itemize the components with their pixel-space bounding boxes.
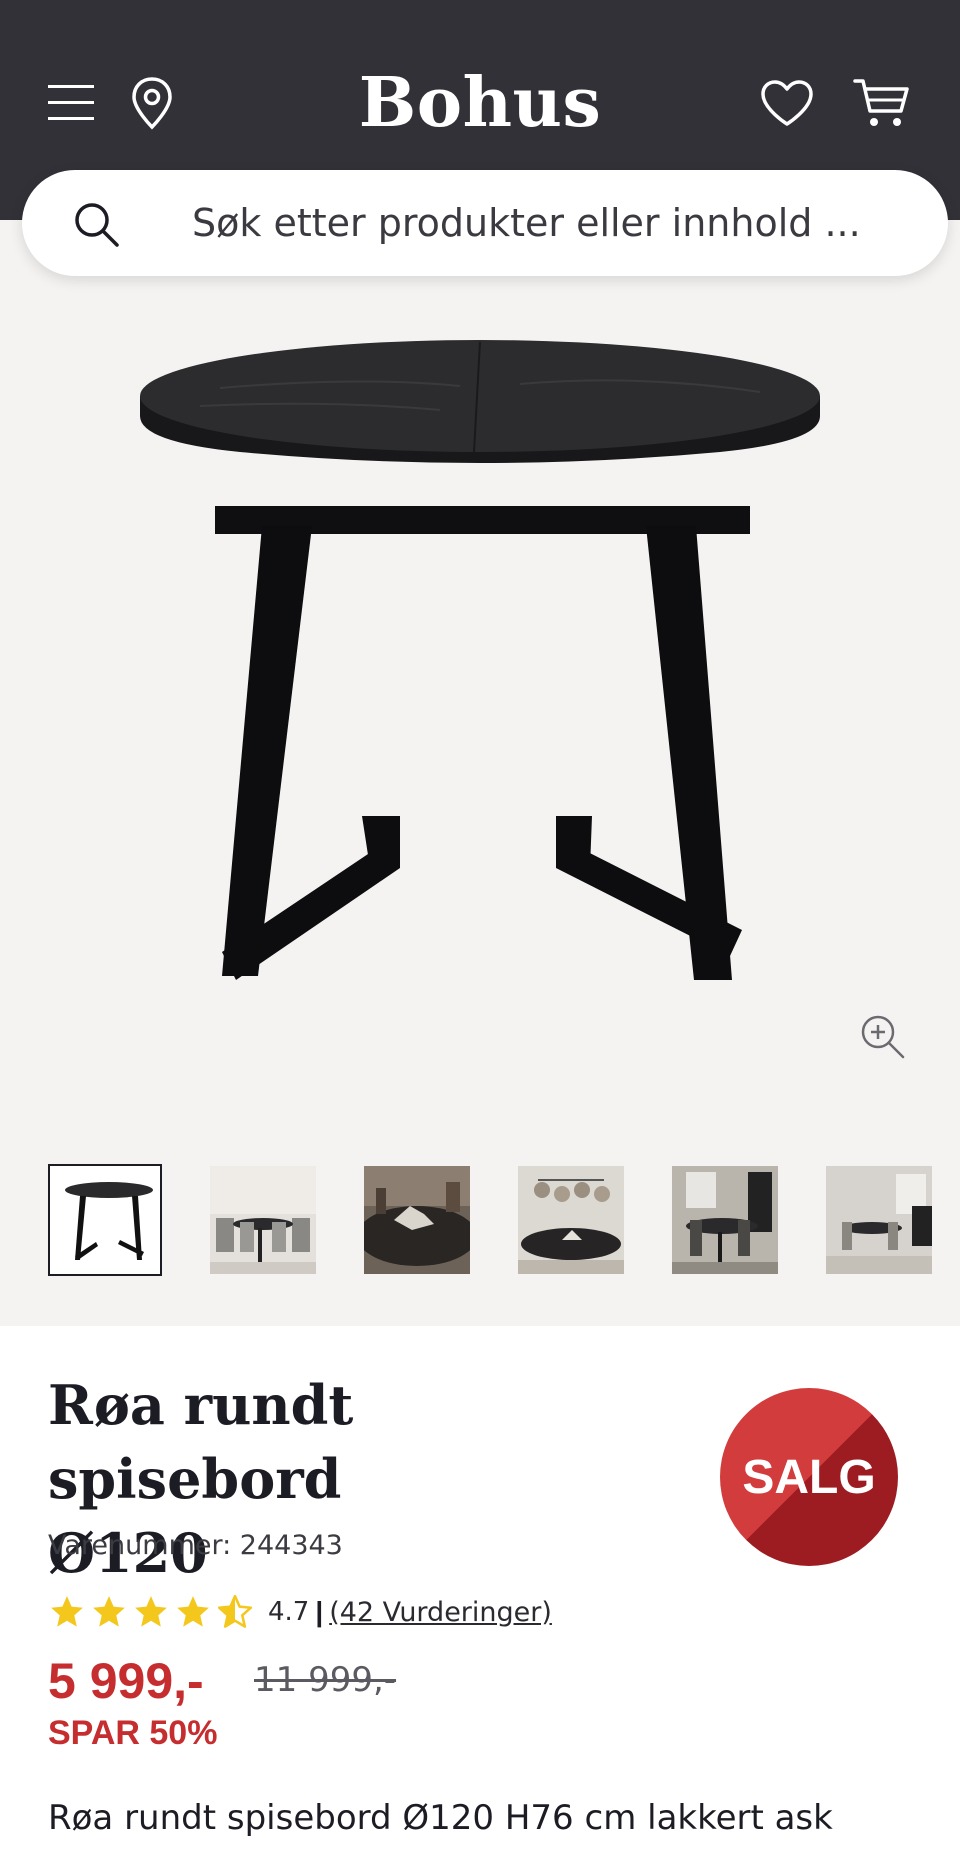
search-bar [22, 170, 948, 276]
product-main-image[interactable] [0, 276, 960, 1146]
thumbnail-table-detail[interactable] [358, 1164, 472, 1276]
star-icon [51, 1596, 83, 1627]
rating-stars [48, 1593, 254, 1631]
search-icon[interactable] [72, 200, 122, 250]
saving-label: SPAR 50% [48, 1714, 218, 1752]
search-input[interactable] [192, 194, 892, 252]
thumbnail-pendant-lamp-scene[interactable] [512, 1164, 626, 1276]
store-locator-button[interactable] [124, 74, 180, 132]
rating-separator: | [315, 1596, 324, 1627]
star-icon [93, 1596, 125, 1627]
cart-icon [853, 79, 909, 126]
product-description: Røa rundt spisebord Ø120 H76 cm lakkert … [48, 1798, 833, 1838]
star-icon [135, 1596, 167, 1627]
thumbnail-dining-room-scene[interactable] [204, 1164, 318, 1276]
thumbnail-dining-room-wide[interactable] [820, 1164, 934, 1276]
menu-button[interactable] [44, 78, 98, 126]
wishlist-button[interactable] [756, 74, 818, 132]
reviews-link[interactable]: (42 Vurderinger) [329, 1597, 552, 1628]
sku-number: Varenummer: 244343 [48, 1530, 343, 1561]
location-pin-icon [132, 77, 172, 130]
table-illustration [140, 340, 820, 980]
star-icon [177, 1596, 209, 1627]
rating-value: 4.7 [268, 1597, 310, 1627]
thumbnail-table-cutout[interactable] [48, 1164, 162, 1276]
sale-badge: SALG [720, 1388, 898, 1566]
current-price: 5 999,- [48, 1653, 204, 1709]
cart-button[interactable] [848, 74, 916, 132]
menu-icon [48, 85, 94, 120]
original-price: 11 999,- [254, 1660, 397, 1700]
product-title-line1: Røa rundt spisebord [48, 1373, 354, 1511]
rating-row: 4.7 | (42 Vurderinger) [48, 1592, 552, 1632]
bohus-logo[interactable]: Bohus [330, 58, 630, 148]
star-half-icon [217, 1594, 253, 1628]
heart-icon [761, 80, 813, 126]
zoom-icon[interactable] [858, 1012, 908, 1062]
thumbnail-dining-set-scene[interactable] [666, 1164, 780, 1276]
thumbnail-strip [48, 1164, 960, 1276]
